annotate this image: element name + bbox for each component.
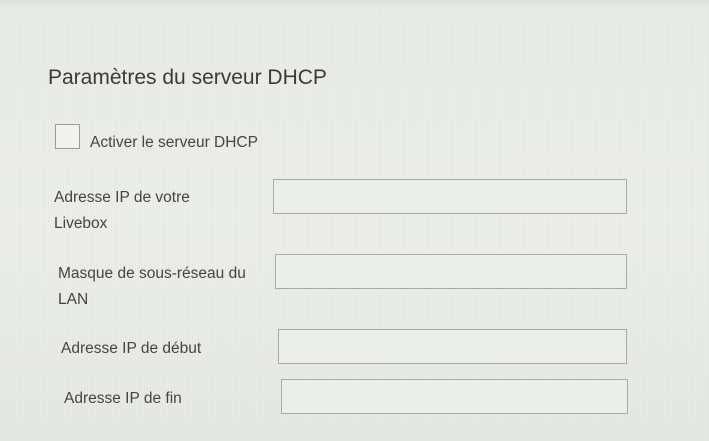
enable-dhcp-checkbox[interactable]: [55, 124, 80, 149]
subnet-mask-input[interactable]: [275, 254, 627, 289]
section-title: Paramètres du serveur DHCP: [48, 66, 327, 89]
livebox-ip-label: Adresse IP de votre Livebox: [54, 189, 190, 232]
end-ip-label: Adresse IP de fin: [64, 390, 182, 407]
start-ip-label: Adresse IP de début: [61, 340, 202, 357]
livebox-ip-input[interactable]: [273, 179, 627, 214]
enable-dhcp-label[interactable]: Activer le serveur DHCP: [90, 134, 258, 152]
subnet-mask-label: Masque de sous-réseau du LAN: [58, 265, 246, 308]
dhcp-settings-panel: Paramètres du serveur DHCP Activer le se…: [0, 0, 709, 441]
start-ip-input[interactable]: [278, 329, 627, 364]
end-ip-input[interactable]: [281, 379, 628, 414]
